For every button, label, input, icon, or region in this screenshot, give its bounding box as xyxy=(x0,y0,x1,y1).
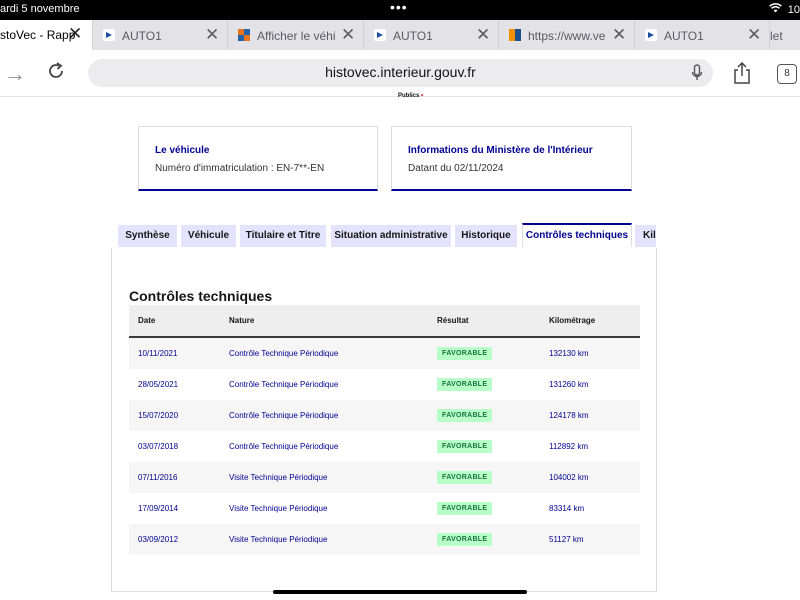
tab-title: AUTO1 xyxy=(664,29,704,43)
tab-title: AUTO1 xyxy=(122,29,162,43)
auto1-icon xyxy=(645,29,657,41)
row-nature: Contrôle Technique Périodique xyxy=(229,411,339,420)
row-nature: Contrôle Technique Périodique xyxy=(229,380,339,389)
tab-histovec[interactable]: stoVec - Rapp ✕ xyxy=(0,20,92,50)
row-nature: Visite Technique Périodique xyxy=(229,473,328,482)
row-mileage: 132130 km xyxy=(549,349,589,358)
tab-synthese[interactable]: Synthèse xyxy=(118,225,177,247)
column-header-date: Date xyxy=(138,316,156,325)
result-badge: FAVORABLE xyxy=(437,471,493,484)
result-badge: FAVORABLE xyxy=(437,409,493,422)
row-mileage: 131260 km xyxy=(549,380,589,389)
status-time: 10 xyxy=(787,4,800,16)
close-tab-icon[interactable]: ✕ xyxy=(341,25,355,45)
row-nature: Contrôle Technique Périodique xyxy=(229,349,339,358)
column-header-result: Résultat xyxy=(437,316,469,325)
controls-table: Date Nature Résultat Kilométrage 10/11/2… xyxy=(129,305,640,555)
tab-overview-button[interactable]: 8 xyxy=(777,64,797,84)
tab-bar: stoVec - Rapp ✕ AUTO1 ✕ Afficher le véhi… xyxy=(0,20,800,50)
table-row: 03/09/2012 Visite Technique Périodique F… xyxy=(129,524,640,555)
row-date: 10/11/2021 xyxy=(138,349,178,358)
tab-situation-administrative[interactable]: Situation administrative xyxy=(331,225,451,247)
auto1-icon xyxy=(103,29,115,41)
card-title: Le véhicule xyxy=(155,145,210,156)
address-bar[interactable]: histovec.interieur.gouv.fr xyxy=(88,59,713,87)
orange-blue-icon xyxy=(509,29,521,41)
table-row: 07/11/2016 Visite Technique Périodique F… xyxy=(129,462,640,493)
column-header-mileage: Kilométrage xyxy=(549,316,596,325)
row-mileage: 83314 km xyxy=(549,504,585,513)
row-date: 03/07/2018 xyxy=(138,442,179,451)
row-date: 28/05/2021 xyxy=(138,380,179,389)
result-badge: FAVORABLE xyxy=(437,502,493,515)
vehicle-card: Le véhicule Numéro d'immatriculation : E… xyxy=(138,126,378,191)
result-badge: FAVORABLE xyxy=(437,440,493,453)
table-row: 15/07/2020 Contrôle Technique Périodique… xyxy=(129,400,640,431)
row-mileage: 112892 km xyxy=(549,442,588,451)
browser-toolbar: → histovec.interieur.gouv.fr 8 xyxy=(0,50,800,97)
auto1-icon xyxy=(374,29,386,41)
table-row: 17/09/2014 Visite Technique Périodique F… xyxy=(129,493,640,524)
page-content: Publics • Le véhicule Numéro d'immatricu… xyxy=(0,93,800,600)
marianne-logo: Publics • xyxy=(398,93,424,99)
row-nature: Contrôle Technique Périodique xyxy=(229,442,339,451)
table-row: 03/07/2018 Contrôle Technique Périodique… xyxy=(129,431,640,462)
row-mileage: 51127 km xyxy=(549,535,584,544)
tab-historique[interactable]: Historique xyxy=(455,225,517,247)
table-row: 10/11/2021 Contrôle Technique Périodique… xyxy=(129,338,640,369)
share-icon[interactable] xyxy=(732,61,752,84)
tab-vehicule[interactable]: Véhicule xyxy=(181,225,236,247)
section-title: Contrôles techniques xyxy=(129,288,273,304)
url-text[interactable]: histovec.interieur.gouv.fr xyxy=(88,64,713,80)
home-indicator[interactable] xyxy=(273,590,527,594)
result-badge: FAVORABLE xyxy=(437,533,493,546)
wifi-icon xyxy=(768,3,782,16)
tab-afficher-vehicule[interactable]: Afficher le véhi ✕ xyxy=(227,21,363,49)
row-date: 03/09/2012 xyxy=(138,535,179,544)
row-mileage: 124178 km xyxy=(549,411,589,420)
table-header: Date Nature Résultat Kilométrage xyxy=(129,305,640,338)
tab-auto1[interactable]: AUTO1 ✕ xyxy=(363,21,498,49)
tab-panel: Contrôles techniques Date Nature Résulta… xyxy=(111,248,657,592)
tab-title: stoVec - Rapp xyxy=(0,28,76,42)
colorful-grid-icon xyxy=(238,29,250,41)
status-right: 10 xyxy=(768,3,800,16)
tab-title: let xyxy=(770,29,783,43)
tab-partial[interactable]: let xyxy=(769,21,800,49)
microphone-icon[interactable] xyxy=(691,64,703,82)
result-badge: FAVORABLE xyxy=(437,347,493,360)
ministry-info-card: Informations du Ministère de l'Intérieur… xyxy=(391,126,632,191)
row-date: 07/11/2016 xyxy=(138,473,178,482)
tab-auto1[interactable]: AUTO1 ✕ xyxy=(634,21,769,49)
column-header-nature: Nature xyxy=(229,316,255,325)
tab-https-www[interactable]: https://www.ve ✕ xyxy=(498,21,634,49)
card-title: Informations du Ministère de l'Intérieur xyxy=(408,145,593,156)
tab-controles-techniques[interactable]: Contrôles techniques xyxy=(522,223,632,247)
tab-titulaire-titre[interactable]: Titulaire et Titre xyxy=(240,225,326,247)
card-text: Numéro d'immatriculation : EN-7**-EN xyxy=(155,163,325,174)
table-row: 28/05/2021 Contrôle Technique Périodique… xyxy=(129,369,640,400)
close-tab-icon[interactable]: ✕ xyxy=(476,25,490,45)
close-tab-icon[interactable]: ✕ xyxy=(68,24,82,44)
multitask-dots[interactable]: ••• xyxy=(390,0,408,15)
tab-title: AUTO1 xyxy=(393,29,433,43)
row-nature: Visite Technique Périodique xyxy=(229,504,328,513)
row-date: 17/09/2014 xyxy=(138,504,179,513)
close-tab-icon[interactable]: ✕ xyxy=(612,25,626,45)
row-mileage: 104002 km xyxy=(549,473,589,482)
tab-auto1[interactable]: AUTO1 ✕ xyxy=(92,21,227,49)
forward-arrow-icon[interactable]: → xyxy=(4,61,26,87)
tab-title: https://www.ve xyxy=(528,29,606,43)
row-nature: Visite Technique Périodique xyxy=(229,535,328,544)
row-date: 15/07/2020 xyxy=(138,411,179,420)
tab-title: Afficher le véhi xyxy=(257,29,335,43)
close-tab-icon[interactable]: ✕ xyxy=(747,25,761,45)
tab-kilometrage[interactable]: Kilo xyxy=(635,225,656,247)
reload-icon[interactable] xyxy=(46,61,66,87)
status-bar: ardi 5 novembre ••• 10 xyxy=(0,0,800,20)
result-badge: FAVORABLE xyxy=(437,378,493,391)
status-date: ardi 5 novembre xyxy=(0,3,80,15)
close-tab-icon[interactable]: ✕ xyxy=(205,25,219,45)
card-text: Datant du 02/11/2024 xyxy=(408,163,504,174)
